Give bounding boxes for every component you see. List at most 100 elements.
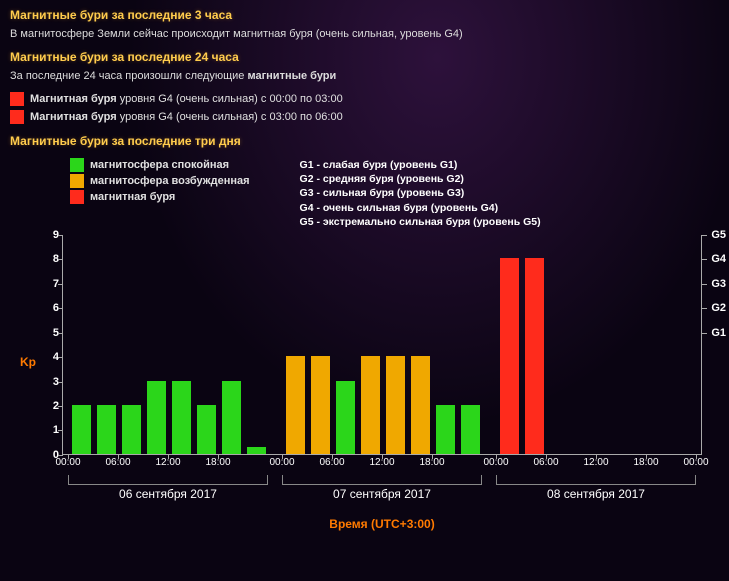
g-tick-label: G2 <box>711 302 726 314</box>
legend-label: магнитосфера возбужденная <box>90 175 250 187</box>
bar <box>286 356 306 454</box>
x-tick-label: 12:00 <box>369 457 394 468</box>
heading-last-3h: Магнитные бури за последние 3 часа <box>10 8 719 22</box>
g-tick-mark <box>702 333 707 334</box>
x-tick-label: 12:00 <box>155 457 180 468</box>
day-bracket: 08 сентября 2017 <box>496 475 696 503</box>
g-level-line: G2 - средняя буря (уровень G2) <box>300 172 541 186</box>
bar <box>336 381 356 454</box>
y-axis-label: Kp <box>20 355 36 369</box>
g-tick-label: G5 <box>711 229 726 241</box>
storm-tail: уровня G4 (очень сильная) с 00:00 по 03:… <box>117 93 343 105</box>
g-tick-mark <box>702 284 707 285</box>
bar <box>147 381 167 454</box>
legend-g-levels: G1 - слабая буря (уровень G1) G2 - средн… <box>300 158 541 229</box>
heading-last-24h: Магнитные бури за последние 24 часа <box>10 50 719 64</box>
storm-color-swatch <box>10 92 24 106</box>
legend-item-calm: магнитосфера спокойная <box>70 158 250 172</box>
x-tick-label: 00:00 <box>55 457 80 468</box>
x-tick-label: 00:00 <box>683 457 708 468</box>
bar <box>411 356 431 454</box>
g-tick-mark <box>702 259 707 260</box>
kp-chart: Kp 0123456789G1G2G3G4G5 00:0006:0012:001… <box>26 235 719 531</box>
bracket-line <box>496 475 696 485</box>
legend-states: магнитосфера спокойная магнитосфера возб… <box>70 158 250 229</box>
g-level-line: G3 - сильная буря (уровень G3) <box>300 186 541 200</box>
storm-color-swatch <box>10 110 24 124</box>
y-tick-label: 5 <box>43 327 59 339</box>
y-tick-mark <box>58 430 63 431</box>
bar <box>436 405 456 454</box>
y-tick-mark <box>58 357 63 358</box>
g-tick-label: G3 <box>711 278 726 290</box>
bracket-line <box>282 475 482 485</box>
y-tick-mark <box>58 259 63 260</box>
y-tick-label: 2 <box>43 400 59 412</box>
g-tick-mark <box>702 308 707 309</box>
y-tick-label: 4 <box>43 351 59 363</box>
bar <box>525 258 545 454</box>
x-tick-label: 18:00 <box>633 457 658 468</box>
legend-item-excited: магнитосфера возбужденная <box>70 174 250 188</box>
bar <box>97 405 117 454</box>
x-tick-label: 06:00 <box>533 457 558 468</box>
bar <box>500 258 520 454</box>
bar <box>72 405 92 454</box>
x-tick-label: 12:00 <box>583 457 608 468</box>
desc-last-24h: За последние 24 часа произошли следующие… <box>10 70 719 82</box>
x-tick-label: 00:00 <box>483 457 508 468</box>
bars-container <box>63 235 702 454</box>
heading-last-3d: Магнитные бури за последние три дня <box>10 134 719 148</box>
y-tick-mark <box>58 308 63 309</box>
bar <box>361 356 381 454</box>
bracket-line <box>68 475 268 485</box>
chart-legend: магнитосфера спокойная магнитосфера возб… <box>70 158 719 229</box>
day-bracket: 07 сентября 2017 <box>282 475 482 503</box>
g-level-line: G4 - очень сильная буря (уровень G4) <box>300 201 541 215</box>
day-label: 08 сентября 2017 <box>496 487 696 501</box>
legend-swatch-orange <box>70 174 84 188</box>
bar <box>461 405 481 454</box>
g-level-line: G5 - экстремально сильная буря (уровень … <box>300 215 541 229</box>
legend-swatch-green <box>70 158 84 172</box>
legend-label: магнитная буря <box>90 191 175 203</box>
bar <box>222 381 242 454</box>
list-item: Магнитная буря уровня G4 (очень сильная)… <box>10 110 719 124</box>
y-tick-label: 8 <box>43 253 59 265</box>
y-tick-mark <box>58 333 63 334</box>
bar <box>122 405 142 454</box>
bar <box>386 356 406 454</box>
day-label: 07 сентября 2017 <box>282 487 482 501</box>
y-tick-mark <box>58 406 63 407</box>
desc-24h-prefix: За последние 24 часа произошли следующие <box>10 70 247 82</box>
g-level-line: G1 - слабая буря (уровень G1) <box>300 158 541 172</box>
g-tick-label: G4 <box>711 253 726 265</box>
storm-bold: Магнитная буря <box>30 93 117 105</box>
day-bracket: 06 сентября 2017 <box>68 475 268 503</box>
y-tick-label: 3 <box>43 376 59 388</box>
x-tick-label: 06:00 <box>319 457 344 468</box>
day-label: 06 сентября 2017 <box>68 487 268 501</box>
g-tick-mark <box>702 235 707 236</box>
x-tick-label: 00:00 <box>269 457 294 468</box>
storm-text: Магнитная буря уровня G4 (очень сильная)… <box>30 111 343 123</box>
legend-swatch-red <box>70 190 84 204</box>
x-tick-label: 06:00 <box>105 457 130 468</box>
x-tick-label: 18:00 <box>205 457 230 468</box>
bar <box>311 356 331 454</box>
storm-text: Магнитная буря уровня G4 (очень сильная)… <box>30 93 343 105</box>
x-axis: 00:00 06:00 12:00 18:00 00:00 06:00 12:00 18:00… <box>62 455 702 517</box>
g-tick-label: G1 <box>711 327 726 339</box>
y-tick-label: 6 <box>43 302 59 314</box>
list-item: Магнитная буря уровня G4 (очень сильная)… <box>10 92 719 106</box>
y-tick-label: 1 <box>43 424 59 436</box>
y-tick-label: 7 <box>43 278 59 290</box>
bar <box>247 447 267 454</box>
bar <box>197 405 217 454</box>
x-tick-label: 18:00 <box>419 457 444 468</box>
y-tick-mark <box>58 235 63 236</box>
plot-area: 0123456789G1G2G3G4G5 <box>62 235 702 455</box>
desc-24h-bold: магнитные бури <box>247 70 336 82</box>
storm-tail: уровня G4 (очень сильная) с 03:00 по 06:… <box>117 111 343 123</box>
desc-last-3h: В магнитосфере Земли сейчас происходит м… <box>10 28 719 40</box>
